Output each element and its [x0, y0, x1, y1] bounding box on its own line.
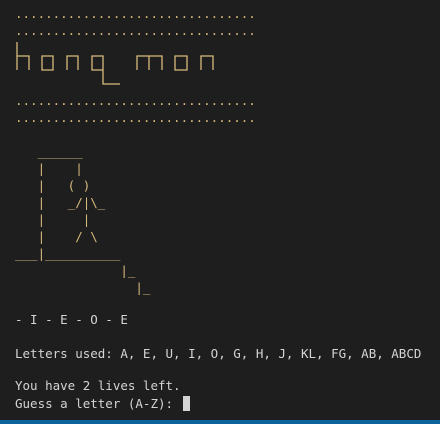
gallows-line-3: | ( ) — [15, 178, 91, 193]
status-bar — [0, 420, 440, 424]
lives-left: You have 2 lives left. — [15, 378, 181, 393]
gallows-line-4: | _/|\_ — [15, 195, 106, 210]
terminal-panel[interactable]: ................................ .......… — [0, 0, 440, 424]
banner-dots-top-1: ................................ — [15, 6, 256, 21]
gallows-line-7: ___|__________ — [15, 246, 121, 261]
banner-dots-bottom-1: ................................ — [15, 93, 256, 108]
guess-prompt: Guess a letter (A-Z): — [15, 396, 181, 411]
letters-used: Letters used: A, E, U, I, O, G, H, J, KL… — [15, 346, 422, 361]
gallows-line-9: |_ — [15, 280, 151, 295]
hangman-logo — [16, 42, 214, 85]
banner-dots-bottom-2: ................................ — [15, 110, 256, 125]
gallows-line-5: | | — [15, 212, 91, 227]
banner-dots-top-2: ................................ — [15, 23, 256, 38]
gallows-line-2: | | — [15, 161, 83, 176]
word-state: - I - E - O - E — [15, 312, 128, 327]
gallows-line-8: |_ — [15, 263, 136, 278]
gallows-line-1: ______ — [15, 144, 83, 159]
text-cursor[interactable] — [182, 396, 190, 411]
gallows-line-6: | / \ — [15, 229, 98, 244]
guess-prompt-line[interactable]: Guess a letter (A-Z): — [15, 395, 190, 412]
